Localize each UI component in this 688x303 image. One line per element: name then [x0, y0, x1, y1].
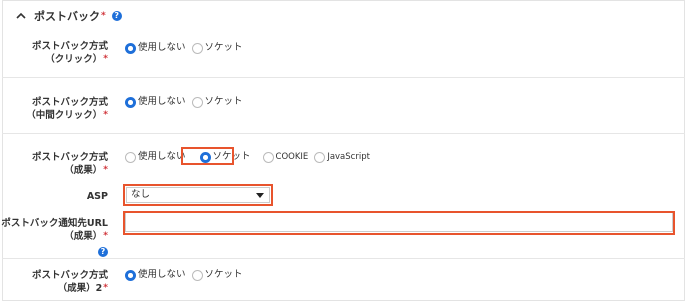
radio-checked[interactable]: [125, 42, 136, 54]
radio-checked[interactable]: [125, 96, 136, 108]
radio-option[interactable]: ソケット: [191, 96, 243, 108]
radio-unchecked[interactable]: [191, 42, 203, 54]
postback-conversion2-label: ポストバック方式 （成果）2*: [31, 270, 108, 294]
radio-unchecked[interactable]: [191, 96, 203, 108]
radio-checked[interactable]: [125, 269, 136, 281]
postback-conversion2-radio-group: 使用しない ソケット: [125, 269, 249, 281]
socket-highlight-box: [181, 147, 234, 165]
postback-conversion-radio-group: 使用しない ソケット COOKIE JavaScript: [125, 151, 376, 163]
row-divider: [2, 133, 685, 134]
radio-unchecked[interactable]: [314, 151, 326, 163]
radio-option[interactable]: 使用しない: [125, 151, 186, 163]
row-divider: [2, 77, 685, 78]
asp-label: ASP: [86, 191, 108, 202]
radio-option[interactable]: ソケット: [191, 42, 243, 54]
postback-mid-click-label: ポストバック方式 （中間クリック）*: [26, 97, 108, 121]
radio-unchecked[interactable]: [262, 151, 274, 163]
radio-option[interactable]: COOKIE: [262, 151, 308, 163]
help-icon[interactable]: ?: [111, 11, 122, 21]
radio-option[interactable]: JavaScript: [314, 151, 370, 163]
postback-click-label: ポストバック方式 （クリック）*: [31, 41, 108, 65]
postback-url-label: ポストバック通知先URL （成果）* ?: [1, 218, 108, 257]
radio-option[interactable]: ソケット: [191, 269, 243, 281]
radio-option[interactable]: 使用しない: [125, 42, 186, 54]
help-icon[interactable]: ?: [98, 247, 108, 257]
section-title: ポストバック: [34, 10, 100, 23]
asp-highlight-box: [123, 184, 273, 206]
required-mark: *: [101, 11, 106, 21]
radio-option[interactable]: 使用しない: [125, 96, 186, 108]
radio-option[interactable]: 使用しない: [125, 269, 186, 281]
postback-mid-click-radio-group: 使用しない ソケット: [125, 96, 249, 108]
url-highlight-box: [123, 211, 675, 235]
postback-click-radio-group: 使用しない ソケット: [125, 42, 249, 54]
radio-unchecked[interactable]: [125, 151, 136, 163]
radio-unchecked[interactable]: [191, 269, 203, 281]
postback-conversion-label: ポストバック方式 （成果）*: [31, 152, 108, 176]
postback-section-header[interactable]: ポストバック * ?: [14, 8, 122, 24]
chevron-up-icon[interactable]: [14, 9, 28, 23]
row-divider: [2, 258, 685, 259]
